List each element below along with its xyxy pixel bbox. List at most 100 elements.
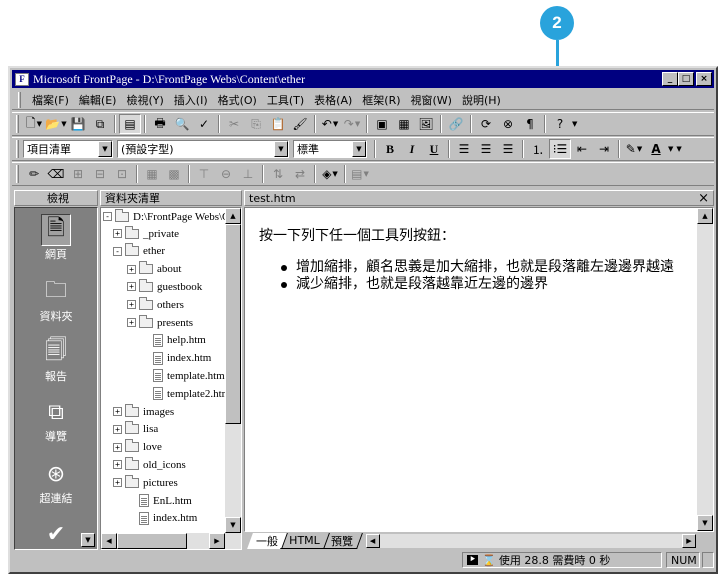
publish-icon[interactable]: ⧉ — [89, 114, 111, 134]
chevron-down-icon[interactable]: ▼ — [274, 141, 288, 157]
font-size-select[interactable]: 標準 ▼ — [293, 140, 367, 158]
folder-vertical-scrollbar[interactable]: ▲ ▼ — [225, 208, 241, 533]
insert-table-icon[interactable]: ▦ — [393, 114, 415, 134]
expand-icon[interactable]: + — [127, 264, 136, 274]
distribute-columns-icon[interactable]: ⇄ — [289, 164, 311, 184]
expand-icon[interactable]: + — [127, 300, 136, 310]
toolbar-grip[interactable] — [16, 140, 19, 158]
align-bottom-icon[interactable]: ⊥ — [237, 164, 259, 184]
toolbar-grip[interactable] — [16, 165, 19, 183]
menu-insert[interactable]: 插入(I) — [169, 92, 213, 108]
new-page-icon[interactable]: 🗋 ▼ — [23, 114, 45, 134]
increase-indent-icon[interactable]: ⇥ — [593, 139, 615, 159]
copy-icon[interactable]: ⎘ — [245, 114, 267, 134]
view-hyperlinks[interactable]: ⊛ 超連結 — [15, 458, 97, 506]
insert-picture-icon[interactable]: 🖼 — [415, 114, 437, 134]
redo-icon[interactable]: ↷ ▼ — [341, 114, 363, 134]
view-page[interactable]: 🗎 網頁 — [15, 214, 97, 262]
bulleted-list-icon[interactable]: ⁝☰ — [549, 139, 571, 159]
pencil-icon[interactable]: ✏ — [23, 164, 45, 184]
tree-file-item[interactable]: template.htm — [141, 367, 225, 384]
tree-folder-item[interactable]: + pictures — [113, 474, 178, 491]
minimize-button[interactable]: _ — [662, 72, 678, 86]
toolbar-options-icon[interactable]: ▼ — [676, 145, 681, 153]
tree-file-item[interactable]: index.htm — [141, 350, 211, 367]
tree-folder-item[interactable]: + _private — [113, 225, 179, 242]
resize-grip[interactable] — [702, 552, 714, 568]
insert-cell-icon[interactable]: ⊟ — [89, 164, 111, 184]
distribute-rows-icon[interactable]: ⇅ — [267, 164, 289, 184]
folder-list-icon[interactable]: ▤ — [119, 114, 141, 134]
align-left-icon[interactable]: ☰ — [453, 139, 475, 159]
scroll-thumb[interactable] — [225, 224, 241, 424]
menu-table[interactable]: 表格(A) — [309, 92, 357, 108]
scroll-down-button[interactable]: ▼ — [697, 515, 713, 531]
expand-icon[interactable]: + — [113, 478, 122, 488]
stop-icon[interactable]: ⊗ — [497, 114, 519, 134]
preview-icon[interactable]: 🔍 — [171, 114, 193, 134]
highlight-icon[interactable]: ✎ ▼ — [623, 139, 645, 159]
italic-button[interactable]: I — [401, 139, 423, 159]
underline-button[interactable]: U — [423, 139, 445, 159]
toolbar-options-icon[interactable]: ▼ — [572, 120, 577, 128]
font-select[interactable]: (預設字型) ▼ — [117, 140, 289, 158]
chevron-down-icon[interactable]: ▼ — [352, 141, 366, 157]
show-all-icon[interactable]: ¶ — [519, 114, 541, 134]
insert-rows-icon[interactable]: ⊞ — [67, 164, 89, 184]
print-icon[interactable]: 🖶 — [149, 114, 171, 134]
font-color-button[interactable]: A — [645, 139, 667, 159]
toolbar-grip[interactable] — [16, 115, 19, 133]
views-scroll-down-button[interactable]: ▼ — [81, 533, 95, 547]
tree-file-item[interactable]: template2.htm — [141, 385, 230, 402]
expand-icon[interactable]: + — [113, 407, 122, 416]
tree-folder-item[interactable]: + images — [113, 403, 174, 420]
tree-folder-item[interactable]: + love — [113, 439, 162, 456]
frontpage-app-icon[interactable]: F — [15, 72, 29, 86]
undo-icon[interactable]: ↶ ▼ — [319, 114, 341, 134]
scroll-up-button[interactable]: ▲ — [697, 208, 713, 224]
format-painter-icon[interactable]: 🖌 — [289, 114, 311, 134]
expand-icon[interactable]: + — [113, 442, 122, 452]
eraser-icon[interactable]: ⌫ — [45, 164, 67, 184]
editor-vertical-scrollbar[interactable]: ▲ ▼ — [697, 208, 713, 531]
menu-format[interactable]: 格式(O) — [213, 92, 262, 108]
tree-folder-item[interactable]: + old_icons — [113, 456, 186, 473]
menu-tools[interactable]: 工具(T) — [262, 92, 309, 108]
tree-folder-item[interactable]: + about — [127, 261, 181, 278]
editor-canvas[interactable]: 按一下列下任一個工具列按鈕： 增加縮排，顧名思義是加大縮排，也就是段落離左邊邊界… — [244, 207, 714, 532]
align-center-icon[interactable]: ☰ — [475, 139, 497, 159]
numbered-list-icon[interactable]: ⒈ — [527, 139, 549, 159]
scroll-left-button[interactable]: ◀ — [101, 533, 117, 549]
tree-file-item[interactable]: index.htm — [127, 510, 197, 527]
align-top-icon[interactable]: ⊤ — [193, 164, 215, 184]
tab-preview[interactable]: 預覽 — [321, 533, 363, 549]
expand-icon[interactable]: + — [113, 229, 122, 238]
close-document-icon[interactable]: × — [698, 191, 709, 206]
tree-folder-item[interactable]: + presents — [127, 314, 193, 331]
menu-file[interactable]: 檔案(F) — [27, 92, 74, 108]
tree-file-item[interactable]: EnL.htm — [127, 492, 192, 509]
tree-file-item[interactable]: help.htm — [141, 332, 206, 349]
align-middle-icon[interactable]: ⊖ — [215, 164, 237, 184]
help-icon[interactable]: ? — [549, 114, 571, 134]
close-window-button[interactable]: × — [696, 72, 712, 86]
tree-root[interactable]: - D:\FrontPage Webs\Cor — [103, 208, 239, 225]
split-cells-icon[interactable]: ▦ — [141, 164, 163, 184]
paste-icon[interactable]: 📋 — [267, 114, 289, 134]
align-right-icon[interactable]: ☰ — [497, 139, 519, 159]
style-select[interactable]: 項目清單 ▼ — [23, 140, 113, 158]
view-folders[interactable]: 🗀 資料夾 — [15, 276, 97, 324]
editor-horizontal-scrollbar[interactable] — [379, 534, 682, 548]
menu-frames[interactable]: 框架(R) — [357, 92, 405, 108]
scroll-right-button[interactable]: ▶ — [682, 534, 696, 548]
tree-folder-item[interactable]: + others — [127, 296, 184, 313]
merge-cells-icon[interactable]: ⊡ — [111, 164, 133, 184]
collapse-icon[interactable]: - — [113, 246, 122, 256]
maximize-button[interactable]: □ — [678, 72, 694, 86]
expand-icon[interactable]: + — [127, 282, 136, 292]
view-reports[interactable]: 🗐 報告 — [15, 336, 97, 384]
expand-icon[interactable]: + — [113, 460, 122, 470]
folder-horizontal-scrollbar[interactable]: ◀ ▶ — [101, 533, 241, 549]
refresh-icon[interactable]: ⟳ — [475, 114, 497, 134]
tree-folder-item[interactable]: - ether — [113, 243, 165, 260]
